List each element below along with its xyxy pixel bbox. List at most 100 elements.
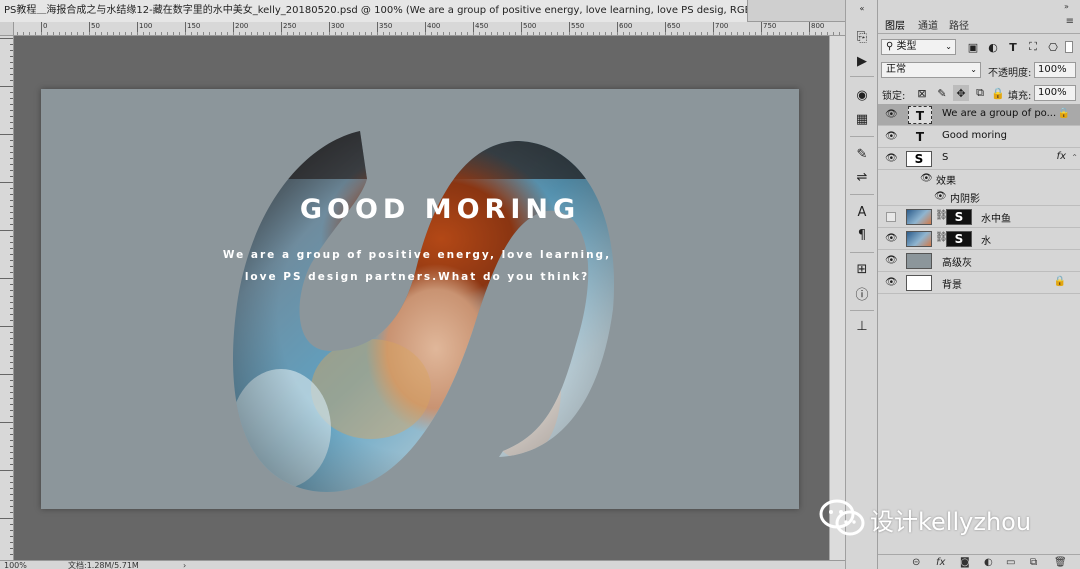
delete-layer-icon[interactable]: 🗑 bbox=[1054, 557, 1067, 568]
filter-toggle[interactable] bbox=[1065, 41, 1073, 53]
layer-row-grey[interactable]: 👁 高级灰 bbox=[878, 250, 1080, 272]
ruler-minor-tick bbox=[503, 32, 504, 35]
layer-row-text-subtitle[interactable]: 👁 T We are a group of po... 🔒 bbox=[878, 104, 1080, 126]
layer-comps-icon[interactable]: ⊞ bbox=[852, 259, 872, 279]
swatches-grid-icon[interactable]: ▦ bbox=[852, 109, 872, 129]
ruler-tick bbox=[10, 260, 13, 261]
add-style-icon[interactable]: fx bbox=[936, 557, 945, 568]
adjustments-icon[interactable]: ⇌ bbox=[852, 167, 872, 187]
lock-pixels-icon[interactable]: ✎ bbox=[934, 85, 950, 101]
info-icon[interactable]: ⓘ bbox=[852, 283, 872, 303]
ruler-tick bbox=[10, 458, 13, 459]
ruler-minor-tick bbox=[797, 32, 798, 35]
lock-position-icon[interactable]: ✥ bbox=[953, 85, 969, 101]
layer-row-s[interactable]: 👁 S S fx ⌃ bbox=[878, 148, 1080, 170]
status-menu-arrow-icon[interactable]: › bbox=[183, 561, 186, 569]
layer-row-fish[interactable]: ⛓ S 水中鱼 bbox=[878, 206, 1080, 228]
layer-row-background[interactable]: 👁 背景 🔒 bbox=[878, 272, 1080, 294]
visibility-eye-icon[interactable]: 👁 bbox=[885, 131, 898, 143]
ruler-tick bbox=[10, 74, 13, 75]
visibility-eye-icon[interactable]: 👁 bbox=[885, 109, 898, 121]
visibility-eye-icon[interactable]: 👁 bbox=[934, 191, 947, 203]
horizontal-ruler[interactable]: 0 50 100 150 200 250 300 350 400 450 500 550 600 650 7… bbox=[14, 22, 845, 36]
tab-layers[interactable]: 图层 bbox=[885, 17, 905, 32]
ruler-minor-tick bbox=[767, 32, 768, 35]
layer-effect-inner-shadow[interactable]: 👁 内阴影 bbox=[878, 188, 1080, 206]
filter-smart-object-icon[interactable]: ⎔ bbox=[1045, 39, 1061, 55]
visibility-eye-icon[interactable]: 👁 bbox=[885, 255, 898, 267]
vertical-ruler[interactable] bbox=[0, 22, 14, 560]
canvas-workspace[interactable]: GOOD MORING We are a group of positive e… bbox=[14, 36, 829, 560]
character-icon[interactable]: A bbox=[852, 202, 872, 222]
new-layer-icon[interactable]: ⧉ bbox=[1030, 557, 1037, 568]
panel-menu-icon[interactable]: ≡ bbox=[1066, 16, 1074, 27]
layer-effects-badge[interactable]: fx bbox=[1057, 151, 1066, 162]
collapse-icon[interactable]: « bbox=[852, 3, 872, 13]
fill-input[interactable]: 100% bbox=[1034, 85, 1076, 101]
ruler-minor-tick bbox=[383, 32, 384, 35]
ruler-minor-tick bbox=[431, 32, 432, 35]
link-layers-icon[interactable]: ⊝ bbox=[912, 557, 920, 568]
visibility-eye-icon[interactable]: 👁 bbox=[885, 233, 898, 245]
document-canvas[interactable]: GOOD MORING We are a group of positive e… bbox=[41, 89, 799, 509]
zoom-level[interactable]: 100% bbox=[4, 561, 27, 569]
ruler-minor-tick bbox=[323, 32, 324, 35]
ruler-tick bbox=[10, 380, 13, 381]
layer-effects-group[interactable]: 👁 效果 bbox=[878, 170, 1080, 188]
new-adjustment-icon[interactable]: ◐ bbox=[984, 557, 993, 568]
visibility-eye-icon[interactable]: 👁 bbox=[885, 277, 898, 289]
lock-icon: 🔒 bbox=[1057, 108, 1070, 119]
history-icon[interactable]: ⎘ bbox=[852, 27, 872, 47]
ruler-tick bbox=[10, 554, 13, 555]
color-palette-icon[interactable]: ◉ bbox=[852, 85, 872, 105]
ruler-minor-tick bbox=[317, 32, 318, 35]
filter-pixel-icon[interactable]: ▣ bbox=[965, 39, 981, 55]
vertical-scrollbar[interactable] bbox=[829, 36, 845, 560]
ruler-minor-tick bbox=[113, 32, 114, 35]
ruler-minor-tick bbox=[71, 32, 72, 35]
opacity-value: 100% bbox=[1038, 64, 1067, 75]
layer-row-text-title[interactable]: 👁 T Good moring bbox=[878, 126, 1080, 148]
play-action-icon[interactable]: ▶ bbox=[852, 51, 872, 71]
tab-channels[interactable]: 通道 bbox=[918, 17, 938, 32]
new-group-icon[interactable]: ▭ bbox=[1006, 557, 1015, 568]
expand-arrow-icon[interactable]: ⌃ bbox=[1071, 153, 1078, 162]
ruler-label: 150 bbox=[187, 22, 201, 30]
visibility-eye-icon[interactable]: 👁 bbox=[885, 153, 898, 165]
layer-mask-thumbnail[interactable]: S bbox=[946, 209, 972, 225]
ruler-minor-tick bbox=[701, 32, 702, 35]
lock-artboard-icon[interactable]: ⧉ bbox=[972, 85, 988, 101]
ruler-label: 800 bbox=[811, 22, 825, 30]
layer-row-water[interactable]: 👁 ⛓ S 水 bbox=[878, 228, 1080, 250]
ruler-tick bbox=[10, 140, 13, 141]
filter-kind-select[interactable]: ⚲ 类型 ⌄ bbox=[881, 39, 956, 55]
panel-collapse-icon[interactable]: » bbox=[1064, 2, 1069, 11]
ruler-tick bbox=[10, 224, 13, 225]
layer-mask-thumbnail[interactable]: S bbox=[946, 231, 972, 247]
ruler-minor-tick bbox=[197, 32, 198, 35]
filter-type-icon[interactable]: T bbox=[1005, 39, 1021, 55]
ruler-tick bbox=[10, 218, 13, 219]
ruler-minor-tick bbox=[437, 32, 438, 35]
ruler-tick bbox=[0, 134, 13, 135]
add-mask-icon[interactable]: ◙ bbox=[960, 557, 970, 568]
filter-shape-icon[interactable]: ⛶ bbox=[1025, 39, 1041, 55]
visibility-eye-icon[interactable]: 👁 bbox=[920, 173, 933, 185]
lock-transparent-icon[interactable]: ⊠ bbox=[914, 85, 930, 101]
ruler-minor-tick bbox=[311, 32, 312, 35]
filter-adjustment-icon[interactable]: ◐ bbox=[985, 39, 1001, 55]
brush-icon[interactable]: ✎ bbox=[852, 144, 872, 164]
tab-paths[interactable]: 路径 bbox=[949, 17, 969, 32]
ruler-tick bbox=[10, 296, 13, 297]
visibility-toggle-off[interactable] bbox=[886, 212, 896, 222]
ruler-origin[interactable] bbox=[0, 22, 14, 36]
lock-all-icon[interactable]: 🔒 bbox=[990, 85, 1006, 101]
ruler-tick bbox=[10, 464, 13, 465]
clone-source-icon[interactable]: ⊥ bbox=[852, 316, 872, 336]
blend-mode-select[interactable]: 正常 ⌄ bbox=[881, 62, 981, 78]
ruler-minor-tick bbox=[815, 32, 816, 35]
document-tab[interactable]: PS教程＿海报合成之与水结缘12-藏在数字里的水中美女_kelly_201805… bbox=[0, 0, 748, 22]
opacity-input[interactable]: 100% bbox=[1034, 62, 1076, 78]
ruler-minor-tick bbox=[551, 32, 552, 35]
paragraph-icon[interactable]: ¶ bbox=[852, 225, 872, 245]
